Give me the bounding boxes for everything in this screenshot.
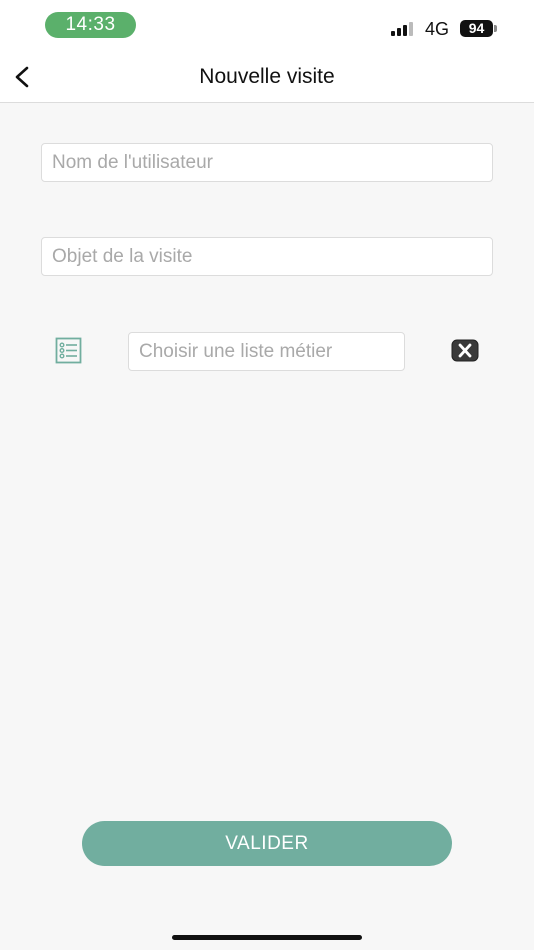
business-list-select[interactable] xyxy=(128,332,405,371)
battery-icon: 94 xyxy=(460,20,493,37)
page-title: Nouvelle visite xyxy=(199,65,335,88)
network-type: 4G xyxy=(425,19,450,39)
battery-tip xyxy=(494,25,497,32)
clear-x-icon[interactable] xyxy=(451,339,479,362)
cellular-signal-icon xyxy=(391,22,417,36)
battery-level: 94 xyxy=(468,20,485,36)
home-indicator[interactable] xyxy=(172,935,362,940)
user-name-input[interactable] xyxy=(41,143,493,182)
visit-purpose-input[interactable] xyxy=(41,237,493,276)
status-bar: 14:33 4G 94 xyxy=(0,0,534,52)
navigation-bar: Nouvelle visite xyxy=(0,52,534,103)
checklist-icon[interactable] xyxy=(55,337,82,364)
validate-button[interactable]: VALIDER xyxy=(82,821,452,866)
status-time: 14:33 xyxy=(45,12,136,38)
back-button[interactable] xyxy=(8,62,38,92)
chevron-left-icon xyxy=(15,66,29,88)
